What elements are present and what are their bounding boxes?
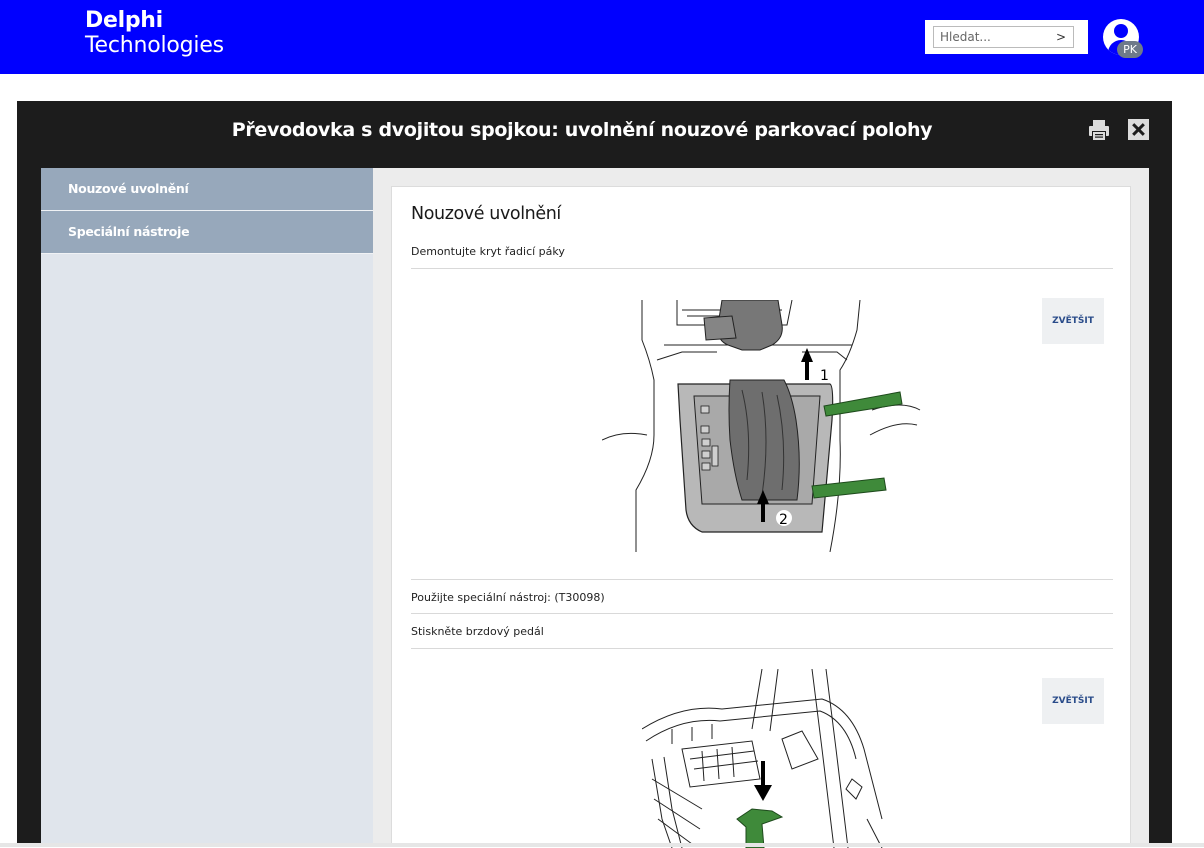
zoom-button[interactable]: ZVĚTŠIT	[1042, 678, 1104, 724]
zoom-button[interactable]: ZVĚTŠIT	[1042, 298, 1104, 344]
brand-logo-line1: Delphi	[85, 8, 163, 33]
sidebar-item-nouzove-uvolneni[interactable]: Nouzové uvolnění	[41, 168, 373, 211]
content-card: Nouzové uvolnění Demontujte kryt řadicí …	[391, 186, 1131, 848]
brand-logo-line2: Technologies	[85, 33, 224, 58]
step-text: Použijte speciální nástroj: (T30098)	[411, 591, 605, 604]
search-box: >	[925, 20, 1088, 54]
brake-pedal-diagram	[642, 669, 883, 848]
section-heading: Nouzové uvolnění	[411, 204, 561, 224]
step-text: Demontujte kryt řadicí páky	[411, 245, 565, 258]
search-submit-icon[interactable]: >	[1049, 30, 1073, 44]
modal-title: Převodovka s dvojitou spojkou: uvolnění …	[231, 119, 933, 141]
printer-icon[interactable]	[1088, 119, 1110, 141]
sidebar-item-specialni-nastroje[interactable]: Speciální nástroje	[41, 211, 373, 254]
brand-logo[interactable]: Delphi Technologies	[85, 10, 224, 57]
sidebar-nav: Nouzové uvolnění Speciální nástroje	[41, 168, 373, 847]
divider	[411, 613, 1113, 614]
user-initials-badge: PK	[1117, 41, 1143, 58]
callout-label-1: 1	[820, 368, 829, 384]
step-text: Stiskněte brzdový pedál	[411, 625, 544, 638]
divider	[411, 648, 1113, 649]
divider	[411, 268, 1113, 269]
divider	[411, 579, 1113, 580]
search-input[interactable]	[934, 30, 1049, 44]
top-bar: Delphi Technologies > PK	[0, 0, 1204, 74]
callout-label-2: 2	[779, 512, 788, 528]
gear-lever-diagram: 1 2	[602, 300, 921, 552]
close-icon[interactable]	[1128, 119, 1149, 140]
bottom-edge	[0, 843, 1204, 847]
